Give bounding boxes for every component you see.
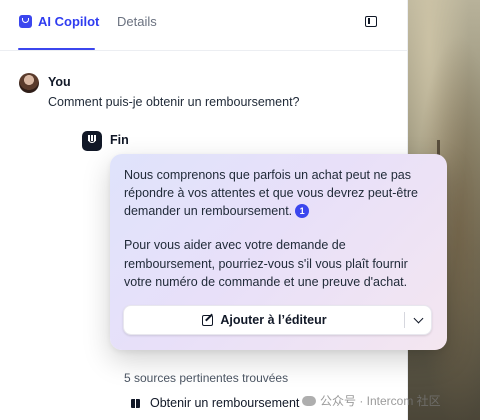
answer-text: Nous comprenons que parfois un achat peu… <box>124 166 436 307</box>
tab-bar: AI Copilot Details <box>0 0 407 51</box>
user-name: You <box>48 75 71 89</box>
tab-ai-copilot-label: AI Copilot <box>38 14 100 29</box>
add-to-editor-button-group: Ajouter à l’éditeur <box>123 305 432 335</box>
answer-paragraph-2: Pour vous aider avec votre demande de re… <box>124 238 408 289</box>
fin-bot-icon <box>82 131 102 151</box>
answer-card: Nous comprenons que parfois un achat peu… <box>110 154 447 350</box>
bot-name: Fin <box>110 133 129 147</box>
watermark: 公众号 · Intercom 社区 <box>302 392 441 409</box>
tab-details-label: Details <box>117 14 157 29</box>
tab-ai-copilot[interactable]: AI Copilot <box>18 14 100 50</box>
edit-icon <box>202 314 214 326</box>
wechat-icon <box>302 395 316 406</box>
watermark-text: 公众号 · Intercom 社区 <box>320 394 441 408</box>
chevron-down-icon[interactable] <box>413 313 424 324</box>
copilot-icon <box>19 15 32 28</box>
user-message-text: Comment puis-je obtenir un remboursement… <box>48 95 300 109</box>
add-to-editor-button[interactable]: Ajouter à l’éditeur <box>124 306 405 334</box>
citation-badge[interactable]: 1 <box>295 204 310 219</box>
source-item-label: Obtenir un remboursement <box>150 396 300 410</box>
source-item[interactable]: Obtenir un remboursement <box>131 396 299 410</box>
add-to-editor-label: Ajouter à l’éditeur <box>220 313 327 327</box>
book-icon <box>131 398 140 408</box>
sidebar-toggle-icon[interactable] <box>365 16 377 27</box>
button-divider <box>404 312 405 328</box>
tab-details[interactable]: Details <box>117 14 157 29</box>
active-tab-indicator <box>18 48 95 50</box>
avatar <box>19 73 39 93</box>
answer-paragraph-1: Nous comprenons que parfois un achat peu… <box>124 166 436 220</box>
sources-title: 5 sources pertinentes trouvées <box>124 371 289 385</box>
answer-paragraph-1-text: Nous comprenons que parfois un achat peu… <box>124 168 418 219</box>
